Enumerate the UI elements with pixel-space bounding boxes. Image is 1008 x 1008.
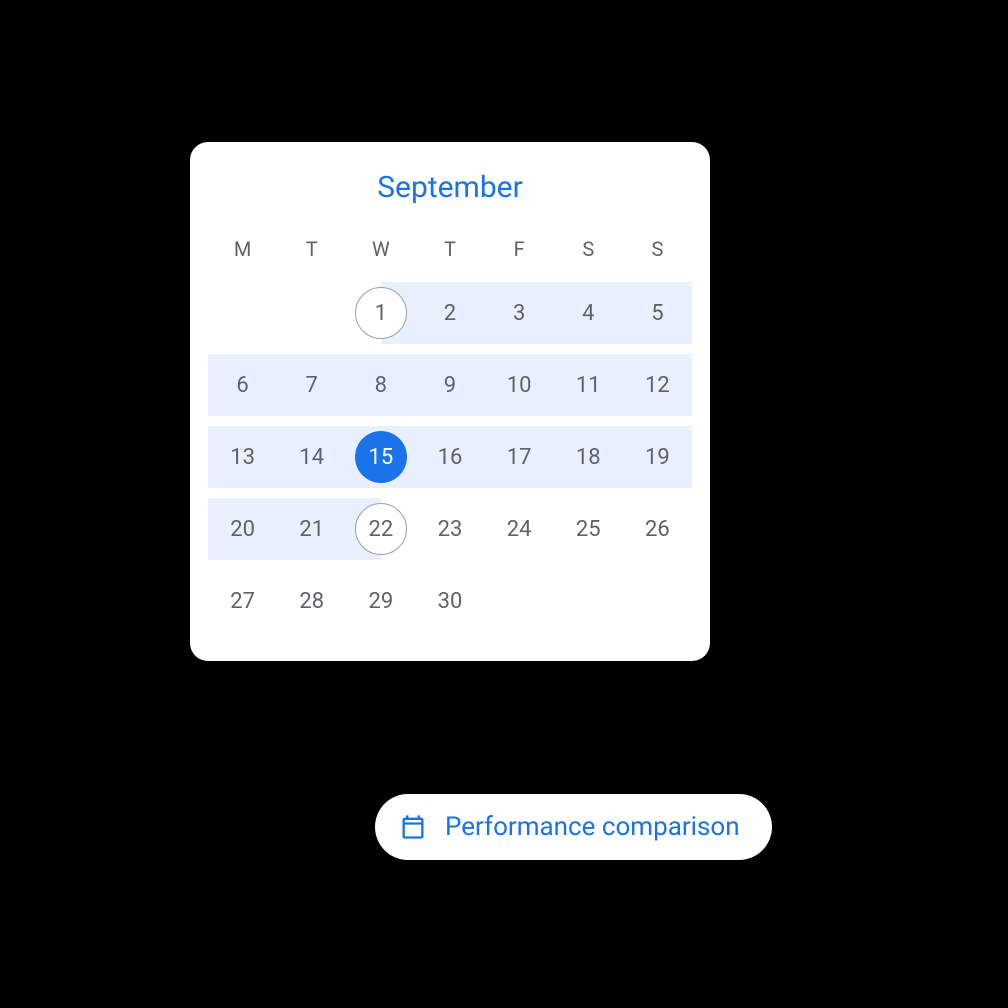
day-number: 1 — [375, 301, 387, 326]
day-cell[interactable]: 19 — [623, 421, 692, 493]
day-cell — [208, 277, 277, 349]
day-number: 17 — [507, 445, 532, 470]
day-cell[interactable]: 28 — [277, 565, 346, 637]
day-cell[interactable]: 16 — [415, 421, 484, 493]
day-cell — [554, 565, 623, 637]
day-number: 2 — [444, 301, 456, 326]
calendar-card: September M T W T F S S 1234567891011121… — [190, 142, 710, 661]
day-cell[interactable]: 3 — [485, 277, 554, 349]
day-cell[interactable]: 21 — [277, 493, 346, 565]
day-cell[interactable]: 18 — [554, 421, 623, 493]
day-cell[interactable]: 24 — [485, 493, 554, 565]
day-cell[interactable]: 1 — [346, 277, 415, 349]
day-number: 30 — [438, 589, 463, 614]
day-header-fri: F — [485, 225, 554, 277]
day-cell — [623, 565, 692, 637]
day-number: 8 — [375, 373, 387, 398]
day-number: 28 — [299, 589, 324, 614]
chip-label: Performance comparison — [445, 812, 740, 842]
day-header-tue: T — [277, 225, 346, 277]
day-number: 26 — [645, 517, 670, 542]
day-number: 18 — [576, 445, 601, 470]
day-number: 27 — [230, 589, 255, 614]
day-number: 14 — [299, 445, 324, 470]
day-number: 25 — [576, 517, 601, 542]
day-cell[interactable]: 7 — [277, 349, 346, 421]
day-header-sat: S — [554, 225, 623, 277]
day-cell[interactable]: 14 — [277, 421, 346, 493]
day-cell[interactable]: 9 — [415, 349, 484, 421]
day-number: 11 — [576, 373, 601, 398]
day-number: 20 — [230, 517, 255, 542]
day-number: 7 — [306, 373, 318, 398]
day-number: 9 — [444, 373, 456, 398]
day-header-wed: W — [346, 225, 415, 277]
day-cell[interactable]: 13 — [208, 421, 277, 493]
day-number: 29 — [368, 589, 393, 614]
day-number: 23 — [438, 517, 463, 542]
day-cell[interactable]: 20 — [208, 493, 277, 565]
day-cell[interactable]: 26 — [623, 493, 692, 565]
day-cell[interactable]: 12 — [623, 349, 692, 421]
day-number: 16 — [438, 445, 463, 470]
day-number: 24 — [507, 517, 532, 542]
day-cell[interactable]: 8 — [346, 349, 415, 421]
day-cell — [485, 565, 554, 637]
day-number: 12 — [645, 373, 670, 398]
day-cell[interactable]: 11 — [554, 349, 623, 421]
day-cell[interactable]: 6 — [208, 349, 277, 421]
month-title: September — [208, 170, 692, 205]
day-cell — [277, 277, 346, 349]
calendar-icon — [399, 813, 427, 841]
day-number: 22 — [368, 517, 393, 542]
day-number: 15 — [368, 445, 393, 470]
day-header-thu: T — [415, 225, 484, 277]
day-number: 19 — [645, 445, 670, 470]
calendar-days: 1234567891011121314151617181920212223242… — [208, 277, 692, 637]
day-cell[interactable]: 5 — [623, 277, 692, 349]
day-number: 5 — [651, 301, 663, 326]
performance-comparison-chip[interactable]: Performance comparison — [375, 794, 772, 860]
day-cell[interactable]: 22 — [346, 493, 415, 565]
day-number: 3 — [513, 301, 525, 326]
day-cell[interactable]: 30 — [415, 565, 484, 637]
day-number: 4 — [582, 301, 594, 326]
day-number: 13 — [230, 445, 255, 470]
day-header-mon: M — [208, 225, 277, 277]
day-cell[interactable]: 4 — [554, 277, 623, 349]
day-cell[interactable]: 2 — [415, 277, 484, 349]
day-number: 6 — [236, 373, 248, 398]
day-number: 10 — [507, 373, 532, 398]
day-cell[interactable]: 29 — [346, 565, 415, 637]
day-cell[interactable]: 25 — [554, 493, 623, 565]
day-cell[interactable]: 27 — [208, 565, 277, 637]
day-cell[interactable]: 17 — [485, 421, 554, 493]
day-cell[interactable]: 23 — [415, 493, 484, 565]
day-cell[interactable]: 15 — [346, 421, 415, 493]
day-cell[interactable]: 10 — [485, 349, 554, 421]
day-number: 21 — [299, 517, 324, 542]
day-header-sun: S — [623, 225, 692, 277]
day-header-row: M T W T F S S — [208, 225, 692, 277]
